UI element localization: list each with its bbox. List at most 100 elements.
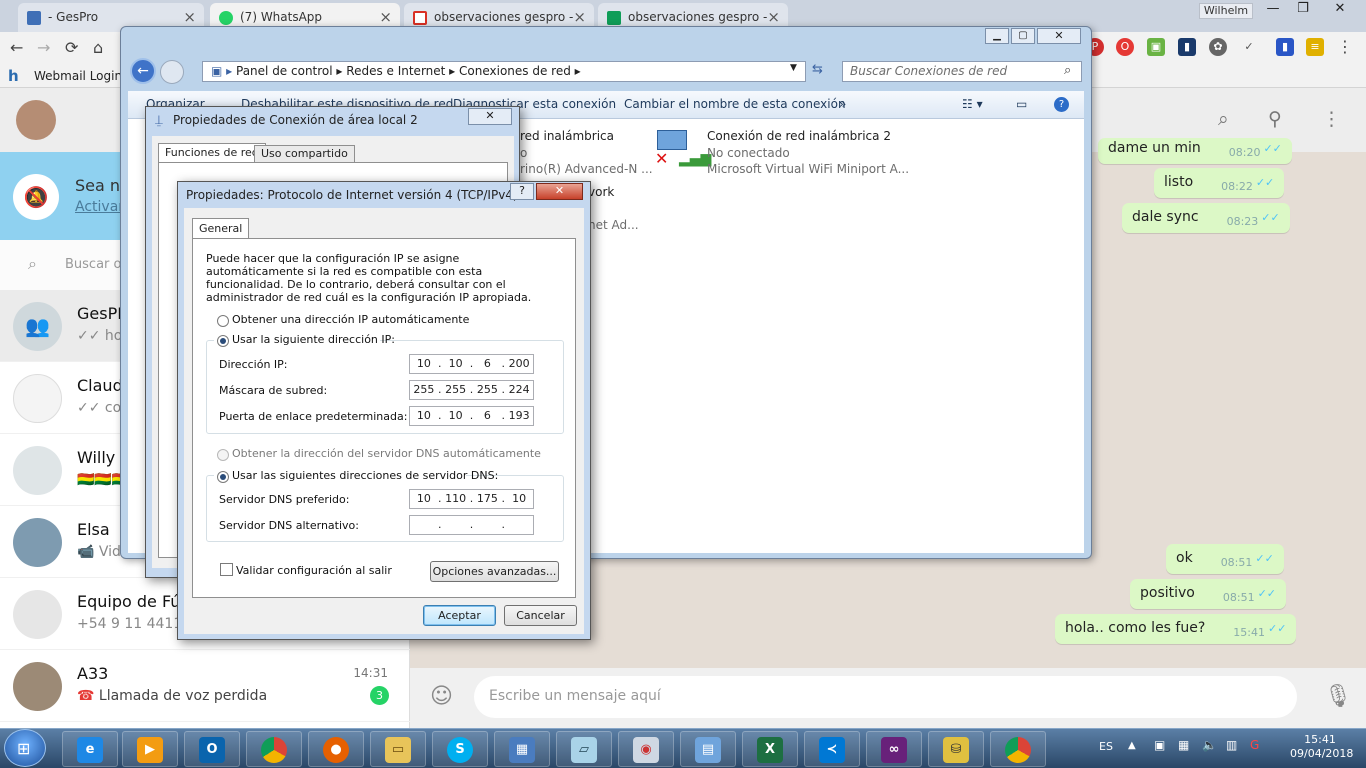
close-icon[interactable]: ✕ xyxy=(1320,0,1360,18)
taskbar-firefox[interactable]: ● xyxy=(308,731,364,767)
tab-general[interactable]: General xyxy=(192,218,250,240)
message-bubble[interactable]: positivo 08:51 ✓✓ xyxy=(1130,579,1287,609)
ip-address-field[interactable]: 10. 10. 6. 200 xyxy=(409,354,534,374)
message-bubble[interactable]: dale sync 08:23 ✓✓ xyxy=(1122,203,1290,233)
view-options-icon[interactable]: ☷ ▾ xyxy=(962,91,983,118)
manual-dns-radio[interactable] xyxy=(217,471,229,483)
auto-ip-radio[interactable] xyxy=(217,315,229,327)
bookmark-icon[interactable]: ▮ xyxy=(1276,38,1294,56)
close-icon[interactable]: ✕ xyxy=(536,183,583,200)
more-icon[interactable]: » xyxy=(839,91,846,118)
extension-icon[interactable]: ▣ xyxy=(1147,38,1165,56)
tray-app-icon[interactable]: ▦ xyxy=(1178,738,1189,752)
back-icon[interactable]: ← xyxy=(130,58,156,84)
message-input[interactable]: Escribe un mensaje aquí xyxy=(474,676,1297,718)
profile-chip[interactable]: Wilhelm xyxy=(1199,3,1253,19)
remote-desktop-icon: ◉ xyxy=(633,737,659,763)
activate-link[interactable]: Activar xyxy=(75,199,124,215)
taskbar-explorer[interactable]: ▭ xyxy=(370,731,426,767)
start-button[interactable]: ⊞ xyxy=(4,729,46,767)
taskbar-chrome[interactable] xyxy=(246,731,302,767)
message-bubble[interactable]: dame un min 08:20 ✓✓ xyxy=(1098,138,1292,164)
alternate-dns-field[interactable]: ... xyxy=(409,515,534,535)
ok-button[interactable]: Aceptar xyxy=(423,605,496,626)
forward-icon[interactable] xyxy=(160,60,184,84)
manual-ip-label[interactable]: Usar la siguiente dirección IP: xyxy=(232,333,395,346)
address-bar[interactable]: ▣ ▸ Panel de control ▸ Redes e Internet … xyxy=(202,61,806,82)
extension-icon[interactable]: ✿ xyxy=(1209,38,1227,56)
language-indicator[interactable]: ES xyxy=(1099,740,1113,753)
advanced-button[interactable]: Opciones avanzadas... xyxy=(430,561,559,582)
search-input[interactable]: Buscar o xyxy=(65,257,121,272)
avatar[interactable] xyxy=(16,100,56,140)
attach-icon[interactable]: ⚲ xyxy=(1268,108,1282,130)
taskbar-remote[interactable]: ◉ xyxy=(618,731,674,767)
close-icon[interactable]: ✕ xyxy=(1037,28,1081,44)
subnet-mask-field[interactable]: 255. 255. 255. 224 xyxy=(409,380,534,400)
taskbar-outlook[interactable]: O xyxy=(184,731,240,767)
taskbar-chrome-2[interactable] xyxy=(990,731,1046,767)
taskbar-skype[interactable]: S xyxy=(432,731,488,767)
taskbar-ie[interactable]: e xyxy=(62,731,118,767)
reload-icon[interactable]: ⟳ xyxy=(65,38,78,57)
search-icon[interactable]: ⌕ xyxy=(1218,108,1229,130)
auto-ip-label[interactable]: Obtener una dirección IP automáticamente xyxy=(232,313,469,326)
taskbar-control-panel[interactable]: ▦ xyxy=(494,731,550,767)
check-icon[interactable]: ✓ xyxy=(1240,38,1258,56)
taskbar-notes[interactable]: ▱ xyxy=(556,731,612,767)
taskbar-vscode[interactable]: ≺ xyxy=(804,731,860,767)
cancel-button[interactable]: Cancelar xyxy=(504,605,577,626)
message-bubble[interactable]: ok 08:51 ✓✓ xyxy=(1166,544,1284,574)
auto-dns-label[interactable]: Obtener la dirección del servidor DNS au… xyxy=(232,447,541,460)
bookmark-webmail[interactable]: Webmail Login xyxy=(34,69,122,83)
help-icon[interactable]: ? xyxy=(1054,97,1069,112)
home-icon[interactable]: ⌂ xyxy=(93,38,103,57)
rename-button[interactable]: Cambiar el nombre de esta conexión xyxy=(624,91,846,118)
taskbar-visual-studio[interactable]: ∞ xyxy=(866,731,922,767)
volume-icon[interactable]: 🔈 xyxy=(1202,738,1217,752)
tray-expand-icon[interactable]: ▲ xyxy=(1128,740,1136,751)
menu-icon[interactable]: ⋮ xyxy=(1322,108,1341,130)
clock[interactable]: 15:41 09/04/2018 xyxy=(1290,733,1353,761)
message-bubble[interactable]: hola.. como les fue? 15:41 ✓✓ xyxy=(1055,614,1297,644)
gateway-field[interactable]: 10. 10. 6. 193 xyxy=(409,406,534,426)
tray-app-icon[interactable]: ▣ xyxy=(1154,738,1165,752)
emoji-icon[interactable]: ☺ xyxy=(430,684,453,709)
taskbar-database[interactable]: ⛁ xyxy=(928,731,984,767)
taskbar-excel[interactable]: X xyxy=(742,731,798,767)
maximize-icon[interactable]: ▢ xyxy=(1011,28,1035,44)
search-icon[interactable]: ⌕ xyxy=(1064,63,1071,78)
menu-icon[interactable]: ⋮ xyxy=(1336,38,1354,56)
chevron-down-icon[interactable]: ▼ xyxy=(790,63,797,73)
auto-dns-radio[interactable] xyxy=(217,449,229,461)
network-status-icon[interactable]: ▥ xyxy=(1226,738,1237,752)
connection-name[interactable]: Conexión de red inalámbrica 2 xyxy=(707,129,891,143)
analytics-icon[interactable]: ▮ xyxy=(1178,38,1196,56)
tab-networking[interactable]: Funciones de red xyxy=(158,143,266,163)
message-bubble[interactable]: listo 08:22 ✓✓ xyxy=(1154,168,1285,198)
extension-icon[interactable]: ≡ xyxy=(1306,38,1324,56)
antivirus-icon[interactable]: G xyxy=(1250,738,1259,752)
close-icon[interactable]: ✕ xyxy=(468,108,512,125)
validate-checkbox[interactable] xyxy=(220,563,233,576)
forward-icon[interactable]: → xyxy=(37,38,50,57)
minimize-icon[interactable]: — xyxy=(1258,0,1288,18)
refresh-icon[interactable]: ⇆ xyxy=(812,62,823,77)
manual-dns-label[interactable]: Usar las siguientes direcciones de servi… xyxy=(232,469,498,482)
back-icon[interactable]: ← xyxy=(10,38,23,57)
help-button[interactable]: ? xyxy=(510,183,534,200)
manual-ip-radio[interactable] xyxy=(217,335,229,347)
chat-item[interactable]: A33 ☎ Llamada de voz perdida 14:31 3 xyxy=(0,650,410,722)
taskbar-network[interactable]: ▤ xyxy=(680,731,736,767)
preferred-dns-field[interactable]: 10. 110. 175. 10 xyxy=(409,489,534,509)
preview-pane-icon[interactable]: ▭ xyxy=(1016,91,1027,118)
restore-icon[interactable]: ❐ xyxy=(1288,0,1318,18)
validate-label[interactable]: Validar configuración al salir xyxy=(236,564,392,577)
microphone-icon[interactable]: 🎙 xyxy=(1324,684,1352,709)
missed-call-icon: ☎ xyxy=(77,688,99,704)
taskbar-media[interactable]: ▶ xyxy=(122,731,178,767)
search-input[interactable]: Buscar Conexiones de red xyxy=(842,61,1082,82)
opera-icon[interactable]: O xyxy=(1116,38,1134,56)
minimize-icon[interactable]: ▁ xyxy=(985,28,1009,44)
tab-sharing[interactable]: Uso compartido xyxy=(254,145,355,163)
